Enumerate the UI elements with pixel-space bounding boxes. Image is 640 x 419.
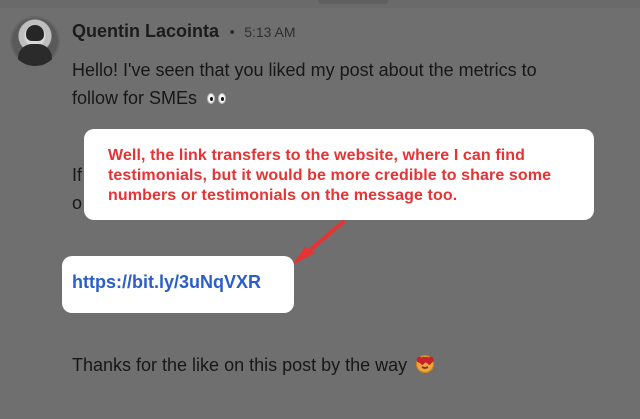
- link-highlight-box: https://bit.ly/3uNqVXR: [62, 256, 294, 313]
- user-avatar[interactable]: [10, 16, 60, 66]
- meta-separator: •: [229, 24, 235, 41]
- message-link[interactable]: https://bit.ly/3uNqVXR: [72, 272, 261, 293]
- eyes-emoji-icon: [206, 93, 228, 105]
- message-line-2: follow for SMEs: [72, 84, 612, 112]
- hidden-line-fragment-1: If: [72, 165, 83, 185]
- annotation-callout: Well, the link transfers to the website,…: [84, 129, 594, 220]
- author-name[interactable]: Quentin Lacointa: [72, 21, 219, 41]
- annotation-text: Well, the link transfers to the website,…: [108, 147, 552, 204]
- message-header: Quentin Lacointa • 5:13 AM: [72, 22, 296, 41]
- smile-mouth-icon: [420, 363, 431, 369]
- message-line-1: Hello! I've seen that you liked my post …: [72, 56, 612, 84]
- message-line-1-text: Hello! I've seen that you liked my post …: [72, 60, 537, 80]
- closing-message-line: Thanks for the like on this post by the …: [72, 351, 632, 379]
- message-line-2-text: follow for SMEs: [72, 88, 198, 108]
- top-strip-mark: [318, 0, 388, 4]
- message-time: 5:13 AM: [244, 24, 296, 40]
- closing-message-text: Thanks for the like on this post by the …: [72, 355, 408, 375]
- left-eye-icon: [207, 93, 216, 104]
- top-strip: [0, 0, 640, 8]
- hidden-line-fragment-2: o: [72, 193, 83, 213]
- right-eye-icon: [218, 93, 227, 104]
- heart-eyes-emoji-icon: [416, 355, 435, 373]
